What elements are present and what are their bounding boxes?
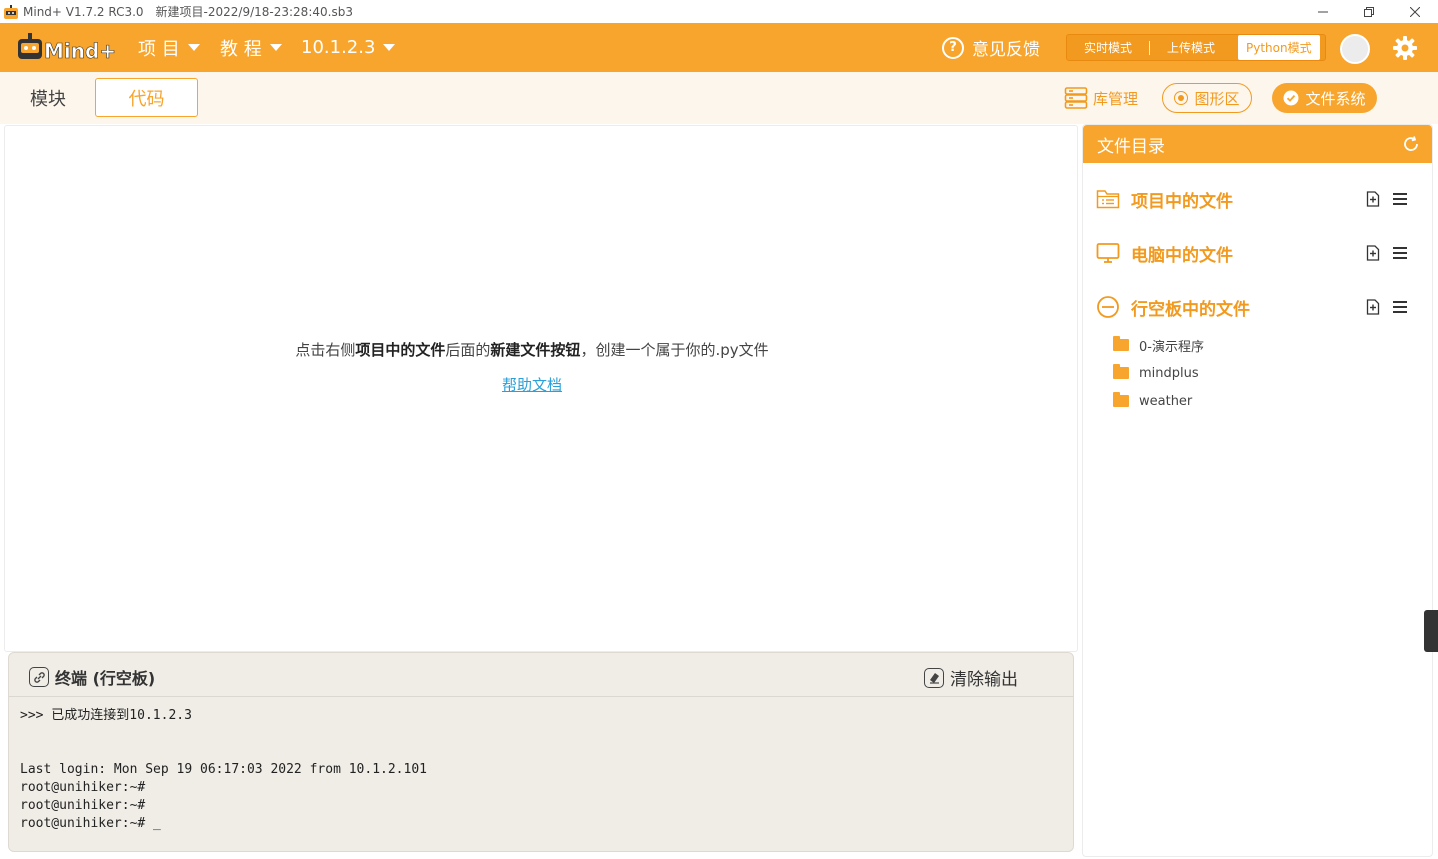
window-controls	[1300, 0, 1438, 23]
refresh-icon[interactable]	[1402, 135, 1420, 153]
chevron-down-icon	[269, 44, 282, 51]
mindplus-logo[interactable]: Mind+	[16, 31, 120, 65]
menu-icon[interactable]	[1393, 193, 1407, 205]
window-titlebar: Mind+ V1.7.2 RC3.0 新建项目-2022/9/18-23:28:…	[0, 0, 1438, 23]
device-label: 10.1.2.3	[301, 37, 376, 58]
editor-empty-hint: 点击右侧项目中的文件后面的新建文件按钮，创建一个属于你的.py文件	[5, 339, 1059, 360]
list-folder-icon	[1096, 190, 1120, 209]
hint-suffix: ，创建一个属于你的.py文件	[580, 341, 769, 359]
file-directory-header: 文件目录	[1083, 125, 1432, 163]
main-menubar: Mind+ 项 目 教 程 10.1.2.3 ? 意见反馈 实时模式 上传模式 …	[0, 23, 1438, 72]
realtime-mode-label: 实时模式	[1083, 41, 1132, 55]
app-title: Mind+ V1.7.2 RC3.0	[23, 4, 144, 19]
project-files-section[interactable]: 项目中的文件	[1083, 179, 1432, 219]
help-docs-label[interactable]: 帮助文档	[502, 376, 562, 394]
folder-icon	[1113, 336, 1129, 351]
upload-mode-label: 上传模式	[1166, 41, 1215, 55]
hint-prefix: 点击右侧	[295, 341, 356, 359]
hint-new-file-button: 新建文件按钮	[490, 341, 581, 359]
tab-blocks-label: 模块	[30, 88, 66, 110]
help-docs-link[interactable]: 帮助文档	[5, 374, 1059, 395]
restore-icon	[1364, 6, 1374, 17]
python-mode-button[interactable]: Python模式	[1238, 35, 1320, 60]
folder-icon	[1113, 392, 1129, 407]
minimize-button[interactable]	[1300, 0, 1346, 23]
folder-label: mindplus	[1139, 365, 1199, 381]
file-title: 新建项目-2022/9/18-23:28:40.sb3	[155, 5, 353, 19]
tutorial-menu[interactable]: 教 程	[220, 23, 282, 72]
hint-mid: 后面的	[445, 341, 491, 359]
menu-icon[interactable]	[1393, 247, 1407, 259]
feedback-button[interactable]: ? 意见反馈	[942, 23, 1040, 72]
menu-icon[interactable]	[1393, 301, 1407, 313]
new-file-icon[interactable]	[1365, 245, 1381, 261]
chevron-down-icon	[383, 44, 396, 51]
file-system-button[interactable]: 文件系统	[1272, 83, 1377, 113]
board-files-section[interactable]: 行空板中的文件	[1083, 287, 1432, 327]
library-manager-label: 库管理	[1093, 89, 1139, 108]
tab-code[interactable]: 代码	[95, 78, 198, 117]
editor-tab-row: 模块 代码 库管理 图形区 文件系统	[0, 72, 1438, 124]
terminal-panel: 终端 (行空板) 清除输出 >>> 已成功连接到10.1.2.3 Last lo…	[8, 652, 1074, 852]
terminal-header: 终端 (行空板) 清除输出	[9, 653, 1073, 697]
gear-icon[interactable]	[1392, 35, 1418, 61]
server-stack-icon	[1064, 87, 1088, 109]
user-avatar[interactable]	[1340, 34, 1370, 64]
folder-item[interactable]: mindplus	[1113, 362, 1199, 384]
realtime-mode-button[interactable]: 实时模式	[1067, 35, 1149, 60]
eraser-icon	[924, 667, 944, 688]
board-icon	[1097, 296, 1119, 318]
computer-files-section[interactable]: 电脑中的文件	[1083, 233, 1432, 273]
check-circle-icon	[1283, 90, 1299, 106]
close-window-button[interactable]	[1392, 0, 1438, 23]
python-mode-label: Python模式	[1246, 41, 1312, 55]
restore-button[interactable]	[1346, 0, 1392, 23]
new-file-icon[interactable]	[1365, 191, 1381, 207]
clear-output-label: 清除输出	[950, 670, 1018, 690]
upload-mode-button[interactable]: 上传模式	[1150, 35, 1232, 60]
file-system-label: 文件系统	[1305, 89, 1366, 108]
project-menu-label: 项 目	[138, 38, 180, 60]
clear-output-button[interactable]: 清除输出	[924, 665, 1018, 690]
svg-text:Mind+: Mind+	[44, 39, 116, 63]
board-files-label: 行空板中的文件	[1131, 299, 1250, 320]
folder-item[interactable]: 0-演示程序	[1113, 334, 1204, 356]
shape-area-button[interactable]: 图形区	[1162, 83, 1252, 113]
folder-item[interactable]: weather	[1113, 390, 1192, 412]
device-connection-menu[interactable]: 10.1.2.3	[301, 23, 396, 72]
file-directory-title: 文件目录	[1097, 136, 1165, 157]
folder-label: 0-演示程序	[1139, 339, 1204, 355]
code-editor-area[interactable]: 点击右侧项目中的文件后面的新建文件按钮，创建一个属于你的.py文件 帮助文档	[4, 125, 1078, 652]
new-file-icon[interactable]	[1365, 299, 1381, 315]
terminal-title: 终端 (行空板)	[29, 665, 155, 689]
question-icon: ?	[942, 36, 964, 59]
mode-switch: 实时模式 上传模式 Python模式	[1066, 34, 1326, 61]
project-files-label: 项目中的文件	[1131, 191, 1233, 212]
mode-divider	[1149, 40, 1150, 55]
close-icon	[1410, 6, 1420, 17]
file-directory-panel: 文件目录 项目中的文件 电脑中的文件 行空板中的文件 0-演示程序 mindpl…	[1082, 124, 1433, 857]
folder-icon	[1113, 364, 1129, 379]
tutorial-menu-label: 教 程	[220, 38, 262, 60]
terminal-title-label: 终端 (行空板)	[55, 669, 156, 688]
chevron-down-icon	[187, 44, 200, 51]
library-manager-button[interactable]: 库管理	[1064, 83, 1138, 113]
minimize-icon	[1318, 11, 1328, 12]
folder-label: weather	[1139, 393, 1193, 409]
hint-project-files: 项目中的文件	[355, 341, 446, 359]
shape-area-label: 图形区	[1194, 89, 1240, 108]
tab-blocks[interactable]: 模块	[0, 78, 96, 117]
app-logo-icon	[4, 4, 18, 19]
record-icon	[1174, 91, 1189, 105]
terminal-output[interactable]: >>> 已成功连接到10.1.2.3 Last login: Mon Sep 1…	[20, 707, 427, 833]
computer-files-label: 电脑中的文件	[1131, 245, 1233, 266]
side-drag-handle[interactable]	[1424, 610, 1438, 652]
link-icon	[29, 667, 49, 687]
feedback-label: 意见反馈	[972, 40, 1040, 60]
monitor-icon	[1096, 243, 1120, 263]
project-menu[interactable]: 项 目	[138, 23, 200, 72]
tab-code-label: 代码	[128, 88, 165, 110]
